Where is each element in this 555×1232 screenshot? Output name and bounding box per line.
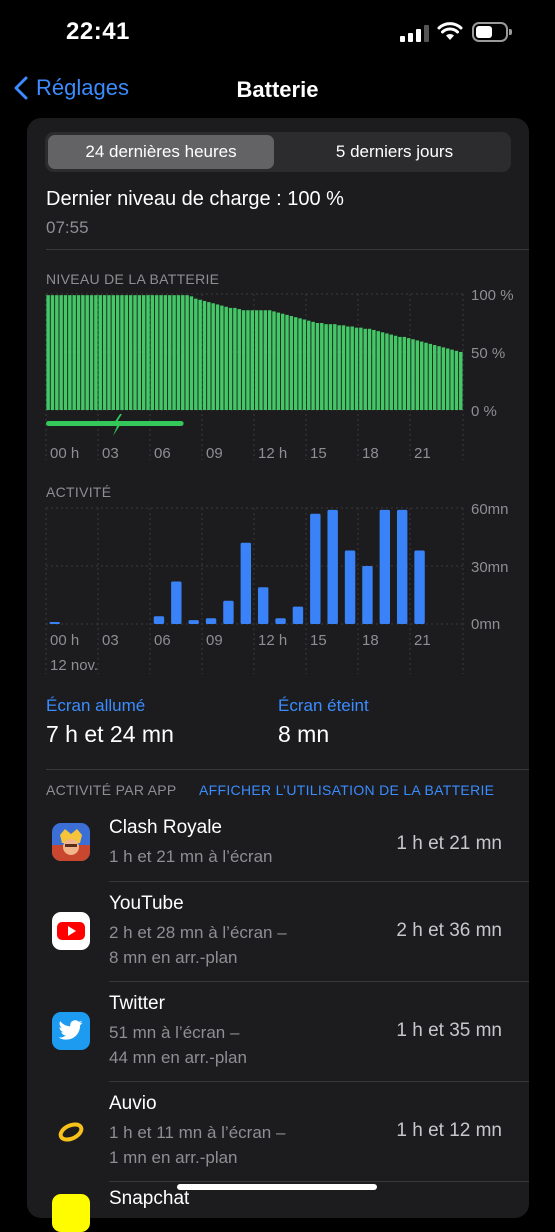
activity-bar <box>171 581 182 624</box>
screen-on-value: 7 h et 24 mn <box>46 721 174 747</box>
battery-icon <box>472 22 512 42</box>
app-row-twitter[interactable]: Twitter 51 mn à l’écran – 44 mn en arr.-… <box>27 982 529 1082</box>
screen-off-label: Écran éteint <box>278 696 369 715</box>
app-row-youtube[interactable]: YouTube 2 h et 28 mn à l’écran – 8 mn en… <box>27 882 529 982</box>
app-name: Clash Royale <box>109 817 222 838</box>
activity-bar <box>205 618 217 624</box>
y-tick-label: 60mn <box>471 501 509 518</box>
app-total: 1 h et 21 mn <box>396 833 502 854</box>
app-total: 2 h et 36 mn <box>396 920 502 941</box>
twitter-icon <box>52 1012 90 1050</box>
y-tick-label: 0mn <box>471 616 500 633</box>
app-detail: 1 mn en arr.-plan <box>109 1148 238 1167</box>
home-indicator <box>177 1184 377 1190</box>
activity-bar <box>379 509 391 624</box>
app-total: 1 h et 12 mn <box>396 1120 502 1141</box>
app-detail: 1 h et 11 mn à l’écran – <box>109 1123 286 1142</box>
activity-bar <box>223 600 234 624</box>
date-label: 12 nov. <box>50 657 98 674</box>
activity-bar <box>292 606 304 624</box>
screen-on-label: Écran allumé <box>46 696 146 715</box>
activity-bar <box>240 542 252 624</box>
activity-bar <box>344 550 356 624</box>
wifi-icon <box>437 22 463 40</box>
app-detail: 1 h et 21 mn à l’écran <box>109 847 273 866</box>
screen-off-value: 8 mn <box>278 721 330 747</box>
cellular-signal-icon <box>400 24 430 42</box>
app-detail: 51 mn à l’écran – <box>109 1023 240 1042</box>
clash-royale-icon <box>52 823 90 861</box>
x-tick-label: 18 <box>362 632 379 649</box>
app-name: YouTube <box>109 893 184 914</box>
activity-bar <box>257 587 269 624</box>
x-tick-label: 21 <box>414 632 431 649</box>
activity-bar <box>362 566 373 624</box>
app-row-auvio[interactable]: Auvio 1 h et 11 mn à l’écran – 1 mn en a… <box>27 1082 529 1182</box>
page-title: Batterie <box>236 77 319 102</box>
divider <box>46 769 529 770</box>
youtube-icon <box>52 912 90 950</box>
x-tick-label: 09 <box>206 632 223 649</box>
activity-bar <box>396 509 408 624</box>
activity-chart: 60mn 30mn 0mn 00 h 03 06 09 12 h 15 18 21 12 nov. <box>45 501 509 674</box>
app-name: Twitter <box>109 993 165 1014</box>
x-tick-label: 06 <box>154 632 171 649</box>
activity-bar <box>310 513 321 624</box>
activity-bar <box>327 509 338 624</box>
app-name: Snapchat <box>109 1188 190 1209</box>
app-detail: 44 mn en arr.-plan <box>109 1048 247 1067</box>
y-tick-label: 30mn <box>471 559 509 576</box>
activity-bar <box>153 616 165 624</box>
activity-bar <box>49 622 60 624</box>
auvio-icon <box>52 1112 90 1150</box>
x-tick-label: 15 <box>310 632 327 649</box>
x-tick-label: 00 h <box>50 632 79 649</box>
app-name: Auvio <box>109 1093 157 1114</box>
app-detail: 8 mn en arr.-plan <box>109 948 238 967</box>
show-battery-usage-link[interactable]: AFFICHER L’UTILISATION DE LA BATTERIE <box>199 782 494 798</box>
app-total: 1 h et 35 mn <box>396 1020 502 1041</box>
app-activity-heading: ACTIVITÉ PAR APP <box>46 782 177 798</box>
activity-bar <box>275 618 286 624</box>
battery-card: 24 dernières heures 5 derniers jours Der… <box>27 118 529 1232</box>
app-row-clash-royale[interactable]: Clash Royale 1 h et 21 mn à l’écran 1 h … <box>27 806 529 882</box>
activity-bar <box>414 550 425 624</box>
navigation-bar: Réglages Batterie <box>0 65 555 117</box>
app-detail: 2 h et 28 mn à l’écran – <box>109 923 287 942</box>
status-bar: 22:41 <box>0 0 555 65</box>
status-time: 22:41 <box>66 18 130 45</box>
x-tick-label: 03 <box>102 632 119 649</box>
x-tick-label: 12 h <box>258 632 287 649</box>
activity-bar <box>188 620 199 624</box>
